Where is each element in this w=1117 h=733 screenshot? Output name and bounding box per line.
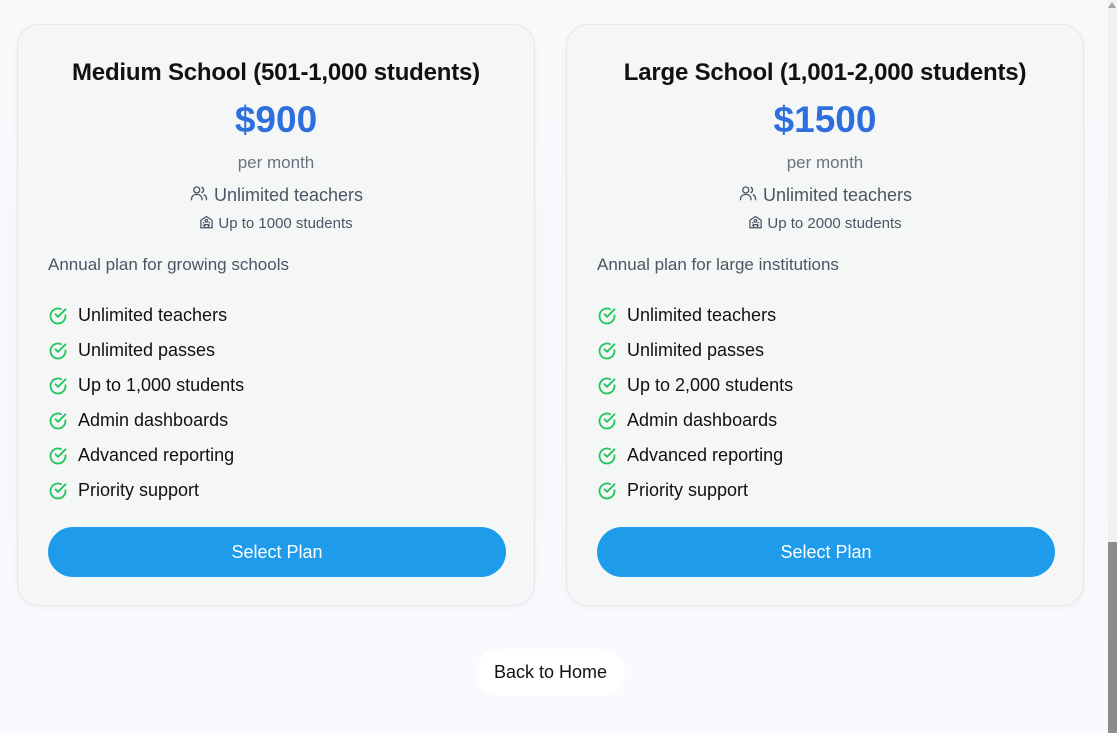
users-icon bbox=[738, 184, 758, 207]
check-circle-icon bbox=[48, 481, 68, 501]
check-circle-icon bbox=[597, 376, 617, 396]
plan-students: Up to 2000 students bbox=[567, 214, 1083, 233]
check-circle-icon bbox=[597, 446, 617, 466]
plan-teachers: Unlimited teachers bbox=[18, 184, 534, 207]
school-icon bbox=[748, 214, 763, 233]
feature-label: Unlimited passes bbox=[627, 340, 765, 360]
plan-students: Up to 1000 students bbox=[18, 214, 534, 233]
users-icon bbox=[189, 184, 209, 207]
feature-label: Priority support bbox=[627, 480, 749, 500]
plan-teachers: Unlimited teachers bbox=[567, 184, 1083, 207]
select-plan-button[interactable]: Select Plan bbox=[48, 527, 506, 577]
check-circle-icon bbox=[597, 341, 617, 361]
check-circle-icon bbox=[48, 411, 68, 431]
plan-description: Annual plan for large institutions bbox=[597, 255, 839, 274]
feature-label: Up to 2,000 students bbox=[627, 375, 794, 395]
feature-label: Up to 1,000 students bbox=[78, 375, 245, 395]
feature-label: Unlimited passes bbox=[78, 340, 216, 360]
check-circle-icon bbox=[48, 446, 68, 466]
plan-price: $900 bbox=[234, 99, 318, 140]
feature-label: Admin dashboards bbox=[78, 410, 229, 430]
back-to-home-button[interactable]: Back to Home bbox=[476, 649, 625, 696]
teachers-label: Unlimited teachers bbox=[213, 185, 364, 205]
feature-item: Unlimited passes bbox=[597, 333, 793, 368]
plan-title: Medium School (501-1,000 students) bbox=[72, 59, 480, 86]
feature-item: Up to 2,000 students bbox=[597, 368, 793, 403]
check-circle-icon bbox=[48, 306, 68, 326]
students-label: Up to 2000 students bbox=[767, 215, 902, 232]
feature-item: Unlimited passes bbox=[48, 333, 244, 368]
check-circle-icon bbox=[597, 306, 617, 326]
feature-label: Advanced reporting bbox=[78, 445, 235, 465]
feature-label: Unlimited teachers bbox=[78, 305, 228, 325]
plan-card-medium: Medium School (501-1,000 students) $900 … bbox=[17, 24, 535, 606]
feature-item: Priority support bbox=[597, 473, 793, 508]
students-label: Up to 1000 students bbox=[218, 215, 353, 232]
feature-label: Admin dashboards bbox=[627, 410, 778, 430]
feature-item: Priority support bbox=[48, 473, 244, 508]
feature-item: Admin dashboards bbox=[597, 403, 793, 438]
feature-item: Advanced reporting bbox=[597, 438, 793, 473]
plan-description: Annual plan for growing schools bbox=[48, 255, 289, 274]
scrollbar[interactable] bbox=[1108, 0, 1117, 733]
plan-card-large: Large School (1,001-2,000 students) $150… bbox=[566, 24, 1084, 606]
feature-item: Unlimited teachers bbox=[597, 298, 793, 333]
feature-item: Up to 1,000 students bbox=[48, 368, 244, 403]
select-plan-button[interactable]: Select Plan bbox=[597, 527, 1055, 577]
feature-label: Priority support bbox=[78, 480, 200, 500]
check-circle-icon bbox=[48, 376, 68, 396]
feature-item: Advanced reporting bbox=[48, 438, 244, 473]
feature-label: Unlimited teachers bbox=[627, 305, 777, 325]
check-circle-icon bbox=[597, 481, 617, 501]
scroll-up-arrow-icon[interactable] bbox=[1108, 2, 1116, 8]
plan-period: per month bbox=[786, 153, 864, 172]
scrollbar-thumb[interactable] bbox=[1108, 542, 1117, 733]
check-circle-icon bbox=[48, 341, 68, 361]
plan-price: $1500 bbox=[773, 99, 877, 140]
feature-list: Unlimited teachers Unlimited passes Up t… bbox=[597, 298, 793, 508]
teachers-label: Unlimited teachers bbox=[762, 185, 913, 205]
feature-item: Unlimited teachers bbox=[48, 298, 244, 333]
feature-list: Unlimited teachers Unlimited passes Up t… bbox=[48, 298, 244, 508]
feature-item: Admin dashboards bbox=[48, 403, 244, 438]
school-icon bbox=[199, 214, 214, 233]
plan-period: per month bbox=[237, 153, 315, 172]
feature-label: Advanced reporting bbox=[627, 445, 784, 465]
check-circle-icon bbox=[597, 411, 617, 431]
plan-title: Large School (1,001-2,000 students) bbox=[623, 59, 1027, 86]
